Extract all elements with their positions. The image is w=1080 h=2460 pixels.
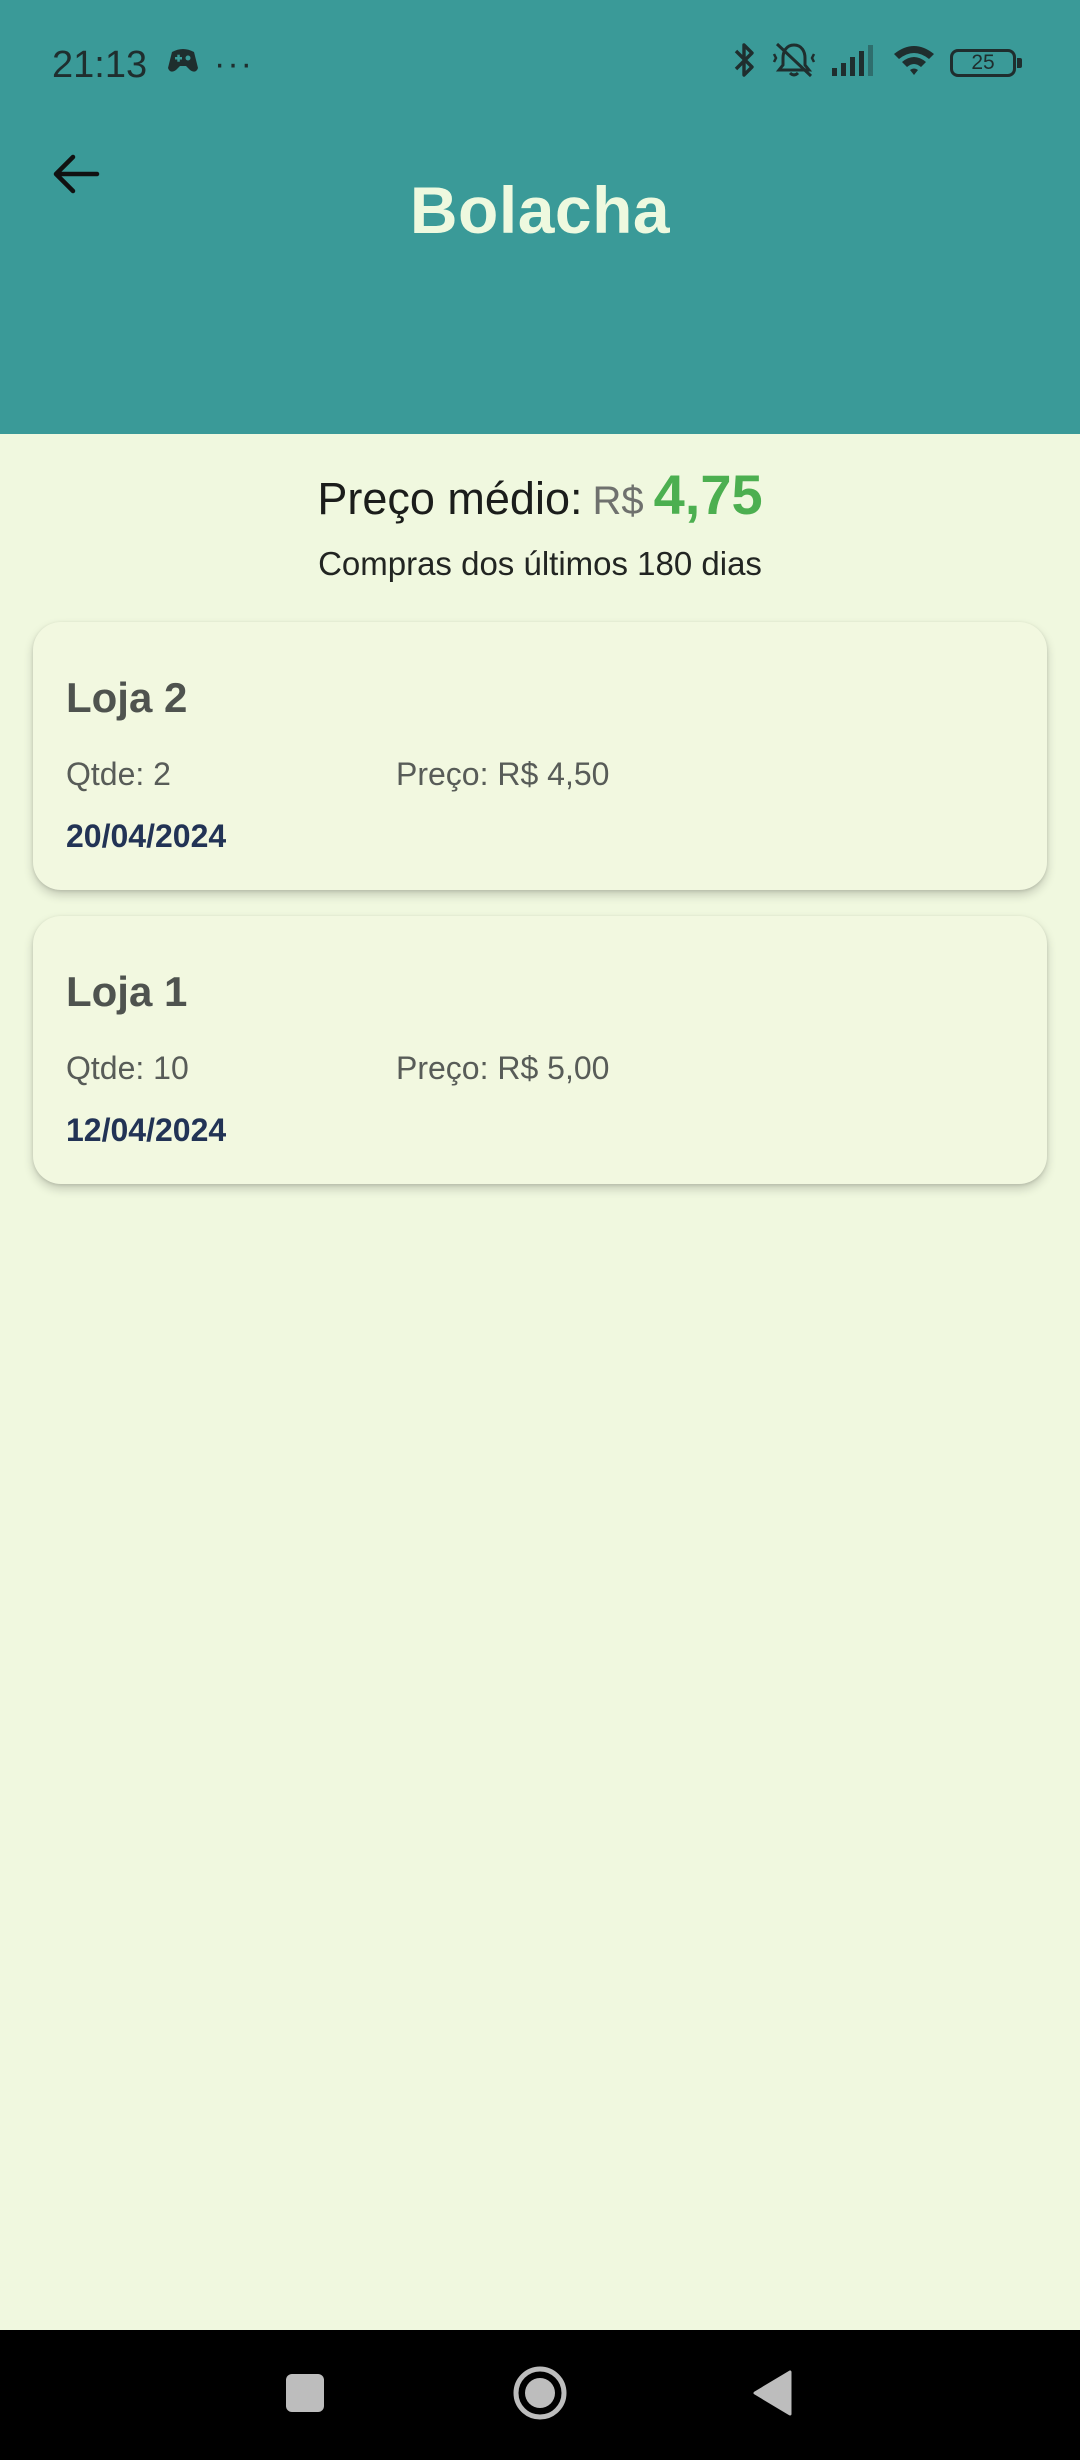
app-header: 21:13 ··· 25 Bolacha [0, 0, 1080, 434]
home-button[interactable] [497, 2352, 583, 2438]
home-circle-icon [510, 2363, 570, 2428]
period-description: Compras dos últimos 180 dias [318, 545, 762, 582]
purchase-quantity: Qtde: 10 [66, 1050, 189, 1086]
purchase-card[interactable]: Loja 1 Qtde: 10 Preço: R$ 5,00 12/04/202… [33, 916, 1047, 1184]
system-navigation-bar [0, 2330, 1080, 2460]
purchase-quantity: Qtde: 2 [66, 756, 171, 792]
status-left-icons: ··· [166, 46, 254, 81]
average-price-label: Preço médio: [317, 473, 583, 524]
bluetooth-icon [732, 40, 758, 85]
more-dots-icon: ··· [214, 44, 254, 83]
price-summary: Preço médio: R$ 4,75 Compras dos últimos… [0, 462, 1080, 583]
status-time: 21:13 [52, 44, 148, 86]
purchase-price: Preço: R$ 5,00 [396, 1050, 610, 1086]
page-title: Bolacha [409, 173, 671, 247]
game-controller-icon [166, 46, 200, 81]
battery-level: 25 [971, 50, 995, 74]
purchase-date: 12/04/2024 [66, 1112, 227, 1148]
back-triangle-icon [750, 2368, 796, 2423]
status-right-icons: 25 [732, 40, 1022, 85]
store-name: Loja 1 [66, 968, 188, 1015]
battery-icon: 25 [950, 48, 1022, 77]
purchase-card[interactable]: Loja 2 Qtde: 2 Preço: R$ 4,50 20/04/2024 [33, 622, 1047, 890]
currency-symbol: R$ [592, 479, 644, 523]
purchase-date: 20/04/2024 [66, 818, 227, 854]
cell-signal-icon [830, 43, 878, 82]
average-price-value: 4,75 [653, 463, 763, 526]
recents-square-icon [283, 2371, 327, 2420]
store-name: Loja 2 [66, 674, 188, 721]
system-back-button[interactable] [730, 2352, 816, 2438]
wifi-icon [892, 43, 936, 82]
purchase-price: Preço: R$ 4,50 [396, 756, 610, 792]
status-bar: 21:13 ··· 25 [0, 0, 1080, 130]
average-price-line: Preço médio: R$ 4,75 [0, 462, 1080, 527]
muted-vibrate-icon [772, 40, 816, 85]
recents-button[interactable] [262, 2352, 348, 2438]
